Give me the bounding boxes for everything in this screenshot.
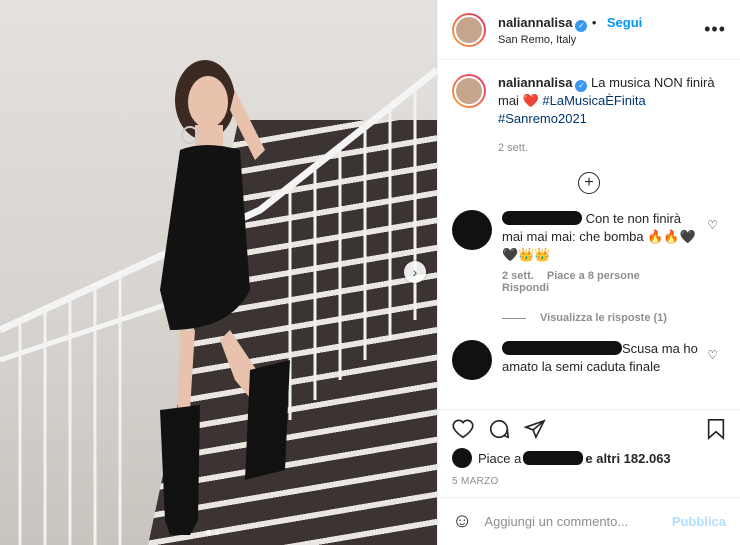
caption-time: 2 sett.: [498, 142, 528, 154]
action-icons: [452, 418, 726, 440]
like-comment-heart-icon[interactable]: ♡: [707, 348, 718, 362]
comment-likes[interactable]: Piace a 8 persone: [547, 270, 640, 282]
reply-button[interactable]: Rispondi: [502, 282, 549, 294]
redacted-username: [502, 341, 622, 355]
comment-item: Scusa ma ho amato la semi caduta finale …: [438, 324, 740, 380]
share-send-icon[interactable]: [524, 418, 546, 440]
hashtag-link[interactable]: #LaMusicaÈFinita: [542, 93, 645, 108]
caption-username[interactable]: naliannalisa: [498, 75, 572, 90]
post-photo[interactable]: ›: [0, 0, 437, 545]
comments-area[interactable]: naliannalisa ✓ La musica NON finirà mai ❤…: [438, 60, 740, 409]
emoji-smiley-icon[interactable]: ☺: [452, 510, 472, 533]
post-date: 5 MARZO: [452, 476, 499, 487]
avatar[interactable]: [452, 12, 486, 47]
comment-avatar[interactable]: [452, 340, 492, 380]
load-more-comments: +: [438, 172, 740, 194]
redacted-liker: [523, 451, 584, 465]
like-heart-icon[interactable]: [452, 418, 474, 440]
carousel-dot: [206, 530, 211, 535]
view-replies[interactable]: Visualizza le risposte (1): [502, 312, 740, 324]
like-comment-heart-icon[interactable]: ♡: [707, 218, 718, 232]
post-side-panel: naliannalisa ✓ • Segui San Remo, Italy ••…: [437, 0, 740, 545]
post-actions: Piace a e altri 182.063 5 MARZO: [438, 409, 740, 487]
view-replies-label: Visualizza le risposte (1): [540, 312, 667, 324]
comment-item: Con te non finirà mai mai mai: che bomba…: [438, 194, 740, 264]
photo-person: [160, 60, 290, 535]
header-text: naliannalisa ✓ • Segui San Remo, Italy: [498, 14, 704, 46]
comment-bubble-icon[interactable]: [488, 418, 510, 440]
comment-input[interactable]: [482, 513, 672, 530]
username-link[interactable]: naliannalisa: [498, 15, 572, 30]
verified-badge-icon: ✓: [575, 19, 588, 32]
add-comment-bar: ☺ Pubblica: [438, 497, 740, 545]
comment-avatar[interactable]: [452, 210, 492, 250]
save-bookmark-icon[interactable]: [706, 418, 726, 440]
carousel-dots: [206, 530, 220, 535]
likes-prefix: Piace a: [478, 450, 522, 466]
avatar-image: [454, 76, 484, 106]
location-link[interactable]: San Remo, Italy: [498, 34, 704, 46]
post-header: naliannalisa ✓ • Segui San Remo, Italy ••…: [438, 0, 740, 60]
comment-text: Scusa ma ho amato la semi caduta finale: [502, 340, 702, 380]
comment-meta: 2 sett. Piace a 8 persone Rispondi: [502, 270, 740, 294]
next-photo-button[interactable]: ›: [404, 261, 426, 283]
verified-badge-icon: ✓: [575, 80, 588, 92]
redacted-username: [502, 211, 582, 225]
likes-count: e altri 182.063: [585, 450, 671, 466]
caption-text: naliannalisa ✓ La musica NON finirà mai ❤…: [498, 74, 726, 128]
comment-text: Con te non finirà mai mai mai: che bomba…: [502, 210, 702, 264]
likes-summary[interactable]: Piace a e altri 182.063: [452, 448, 726, 468]
caption: naliannalisa ✓ La musica NON finirà mai ❤…: [438, 60, 740, 128]
follow-button[interactable]: Segui: [607, 15, 642, 30]
heart-emoji: ❤️: [522, 93, 539, 108]
plus-circle-icon[interactable]: +: [578, 172, 600, 194]
comment-time: 2 sett.: [502, 270, 534, 282]
more-options-icon[interactable]: •••: [704, 19, 726, 40]
post-modal: › naliannalisa ✓ • Segui San Remo, Italy …: [0, 0, 740, 545]
publish-button[interactable]: Pubblica: [672, 514, 726, 529]
avatar-image: [454, 14, 484, 45]
carousel-dot: [215, 530, 220, 535]
caption-avatar[interactable]: [452, 74, 486, 108]
hashtag-link[interactable]: #Sanremo2021: [498, 111, 587, 126]
separator-dot: •: [591, 14, 597, 30]
replies-line: [502, 317, 526, 319]
liker-avatar: [452, 448, 472, 468]
